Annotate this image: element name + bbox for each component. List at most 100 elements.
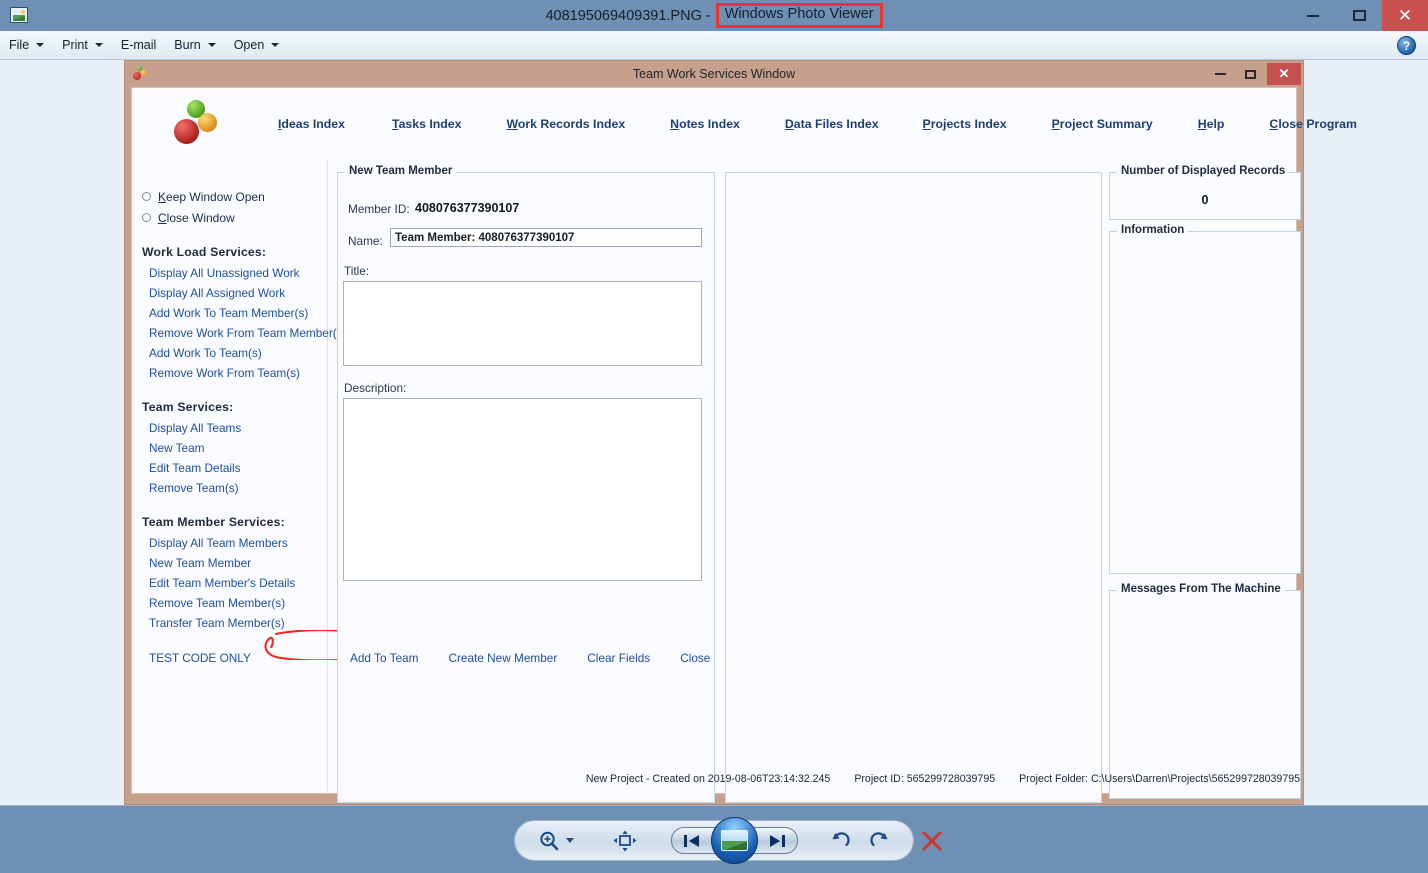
sidebar-item-new-team-member[interactable]: New Team Member	[149, 553, 327, 573]
next-icon	[767, 834, 787, 848]
sidebar-item-edit-team-details[interactable]: Edit Team Details	[149, 458, 327, 478]
nav-label: elp	[1207, 117, 1225, 131]
slideshow-icon	[721, 830, 748, 851]
help-icon[interactable]: ?	[1397, 36, 1416, 55]
sidebar-item-remove-teams[interactable]: Remove Team(s)	[149, 478, 327, 498]
slideshow-button[interactable]	[711, 817, 758, 864]
chevron-down-icon	[271, 43, 279, 47]
menu-item-email[interactable]: E-mail	[112, 31, 165, 60]
menu-item-print[interactable]: Print	[53, 31, 112, 60]
nav-label: asks Index	[399, 117, 462, 131]
information-panel[interactable]: Information	[1109, 231, 1301, 574]
messages-legend: Messages From The Machine	[1117, 583, 1285, 595]
chevron-down-icon	[208, 43, 216, 47]
nav-item-ideas-index[interactable]: Ideas Index	[278, 117, 345, 131]
close-button[interactable]: ✕	[1382, 0, 1428, 31]
fit-to-window-button[interactable]	[613, 830, 637, 852]
description-label: Description:	[344, 381, 406, 395]
nav-accel: N	[670, 117, 679, 131]
rotate-cw-icon	[869, 830, 890, 851]
nav-label: ork Records Index	[518, 117, 625, 131]
sidebar-item-remove-work-from-teams[interactable]: Remove Work From Team(s)	[149, 363, 327, 383]
logo-sphere-orange	[198, 113, 217, 132]
radio-keep-window-open[interactable]: Keep Window Open	[142, 186, 327, 207]
app-minimize-button[interactable]	[1205, 63, 1235, 85]
close-button[interactable]: Close	[680, 651, 710, 665]
add-to-team-button[interactable]: Add To Team	[350, 651, 418, 665]
sidebar-item-test-code-only[interactable]: TEST CODE ONLY	[149, 648, 327, 668]
status-project-created: New Project - Created on 2019-08-06T23:1…	[586, 773, 830, 785]
sidebar-item-display-all-teams[interactable]: Display All Teams	[149, 418, 327, 438]
close-icon: ✕	[1398, 7, 1412, 24]
radio-close-window[interactable]: Close Window	[142, 207, 327, 228]
member-id-value: 408076377390107	[415, 201, 519, 215]
information-legend: Information	[1117, 224, 1188, 236]
app-maximize-button[interactable]	[1235, 63, 1265, 85]
menu-item-burn[interactable]: Burn	[165, 31, 224, 60]
description-textarea[interactable]	[343, 398, 702, 581]
chevron-down-icon	[95, 43, 103, 47]
app-close-button[interactable]: ✕	[1267, 63, 1301, 85]
create-new-member-button[interactable]: Create New Member	[448, 651, 557, 665]
nav-label: rojects Index	[931, 117, 1007, 131]
radio-icon	[142, 213, 151, 222]
sidebar-item-add-work-to-team-members[interactable]: Add Work To Team Member(s)	[149, 303, 327, 323]
sidebar-item-edit-team-members-details[interactable]: Edit Team Member's Details	[149, 573, 327, 593]
status-project-folder: Project Folder: C:\Users\Darren\Projects…	[1019, 773, 1300, 785]
nav-accel: W	[506, 117, 517, 131]
sidebar-item-transfer-team-members[interactable]: Transfer Team Member(s)	[149, 613, 327, 633]
nav-item-data-files-index[interactable]: Data Files Index	[785, 117, 879, 131]
sidebar-item-display-all-assigned-work[interactable]: Display All Assigned Work	[149, 283, 327, 303]
number-of-displayed-records-panel: Number of Displayed Records 0	[1109, 172, 1301, 220]
nav-label: deas Index	[281, 117, 345, 131]
app-body: Ideas Index Tasks Index Work Records Ind…	[131, 87, 1297, 794]
minimize-icon	[1215, 73, 1226, 75]
sidebar-item-remove-team-members[interactable]: Remove Team Member(s)	[149, 593, 327, 613]
delete-icon	[921, 830, 943, 852]
maximize-button[interactable]	[1336, 0, 1382, 31]
title-textarea[interactable]	[343, 281, 702, 366]
clear-fields-button[interactable]: Clear Fields	[587, 651, 650, 665]
radio-icon	[142, 192, 151, 201]
photo-viewer-window: 408195069409391.PNG - Windows Photo View…	[0, 0, 1428, 873]
member-id-label: Member ID:	[348, 202, 410, 216]
nav-item-notes-index[interactable]: Notes Index	[670, 117, 740, 131]
nav-item-projects-index[interactable]: Projects Index	[923, 117, 1007, 131]
logo-sphere-red	[133, 72, 141, 80]
zoom-button[interactable]	[538, 830, 574, 852]
three-spheres-logo	[172, 100, 222, 148]
zoom-icon	[538, 830, 560, 852]
sidebar-group-title-team-member-services: Team Member Services:	[142, 515, 327, 529]
nav-item-project-summary[interactable]: Project Summary	[1052, 117, 1153, 131]
sidebar-item-remove-work-from-team-members[interactable]: Remove Work From Team Member(s)	[149, 323, 327, 343]
nav-label: roject Summary	[1060, 117, 1153, 131]
name-input[interactable]	[390, 228, 702, 247]
minimize-button[interactable]	[1290, 0, 1336, 31]
results-panel[interactable]	[725, 172, 1102, 803]
chevron-down-icon	[566, 838, 574, 843]
menu-item-label: E-mail	[121, 38, 156, 52]
title-label: Title:	[344, 264, 369, 278]
menu-item-open[interactable]: Open	[225, 31, 289, 60]
menu-item-file[interactable]: File	[0, 31, 53, 60]
nav-item-work-records-index[interactable]: Work Records Index	[506, 117, 625, 131]
nav-item-close-program[interactable]: Close Program	[1269, 117, 1356, 131]
nav-accel: P	[1052, 117, 1060, 131]
nav-item-tasks-index[interactable]: Tasks Index	[392, 117, 462, 131]
rotate-clockwise-button[interactable]	[869, 830, 890, 851]
radio-accel: K	[158, 190, 166, 204]
sidebar-item-display-all-unassigned-work[interactable]: Display All Unassigned Work	[149, 263, 327, 283]
minimize-icon	[1307, 15, 1319, 17]
sidebar-item-add-work-to-teams[interactable]: Add Work To Team(s)	[149, 343, 327, 363]
window-titlebar: 408195069409391.PNG - Windows Photo View…	[0, 0, 1428, 31]
sidebar-item-new-team[interactable]: New Team	[149, 438, 327, 458]
delete-button[interactable]	[921, 830, 943, 852]
nav-label: lose Program	[1278, 117, 1357, 131]
form-actions: Add To Team Create New Member Clear Fiel…	[350, 651, 710, 665]
sidebar-item-display-all-team-members[interactable]: Display All Team Members	[149, 533, 327, 553]
nav-accel: C	[1269, 117, 1278, 131]
nav-item-help[interactable]: Help	[1198, 117, 1225, 131]
messages-from-the-machine-panel[interactable]: Messages From The Machine	[1109, 590, 1301, 799]
rotate-counterclockwise-button[interactable]	[830, 830, 851, 851]
logo-sphere-red	[174, 119, 199, 144]
